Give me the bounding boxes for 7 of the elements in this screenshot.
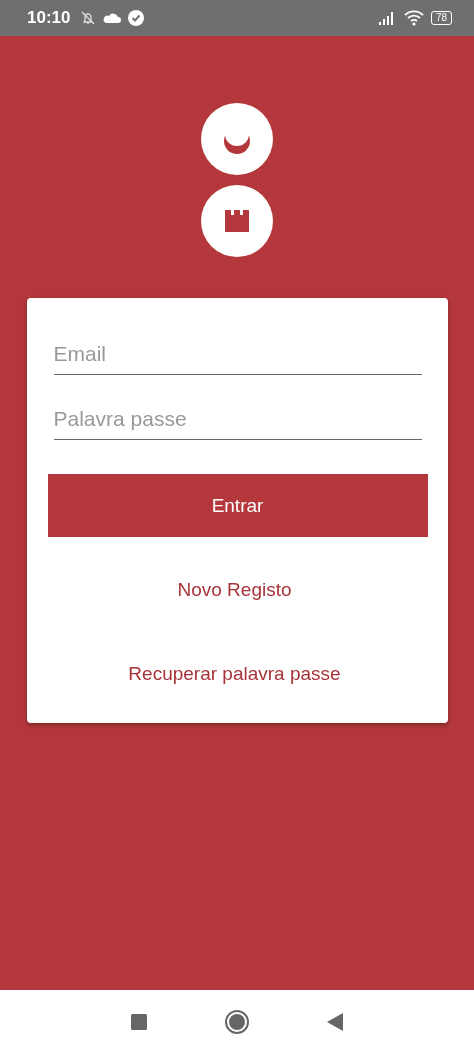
link[interactable]: Recuperar palavra passe <box>128 663 341 685</box>
status-time: 10:10 <box>27 8 71 28</box>
login-button[interactable]: Entrar <box>47 474 428 537</box>
link[interactable]: Novo Registo <box>177 579 292 601</box>
input-field[interactable]: Email <box>53 336 422 375</box>
input-field[interactable]: Palavra passe <box>53 401 422 440</box>
battery-level: 78 <box>430 11 452 25</box>
